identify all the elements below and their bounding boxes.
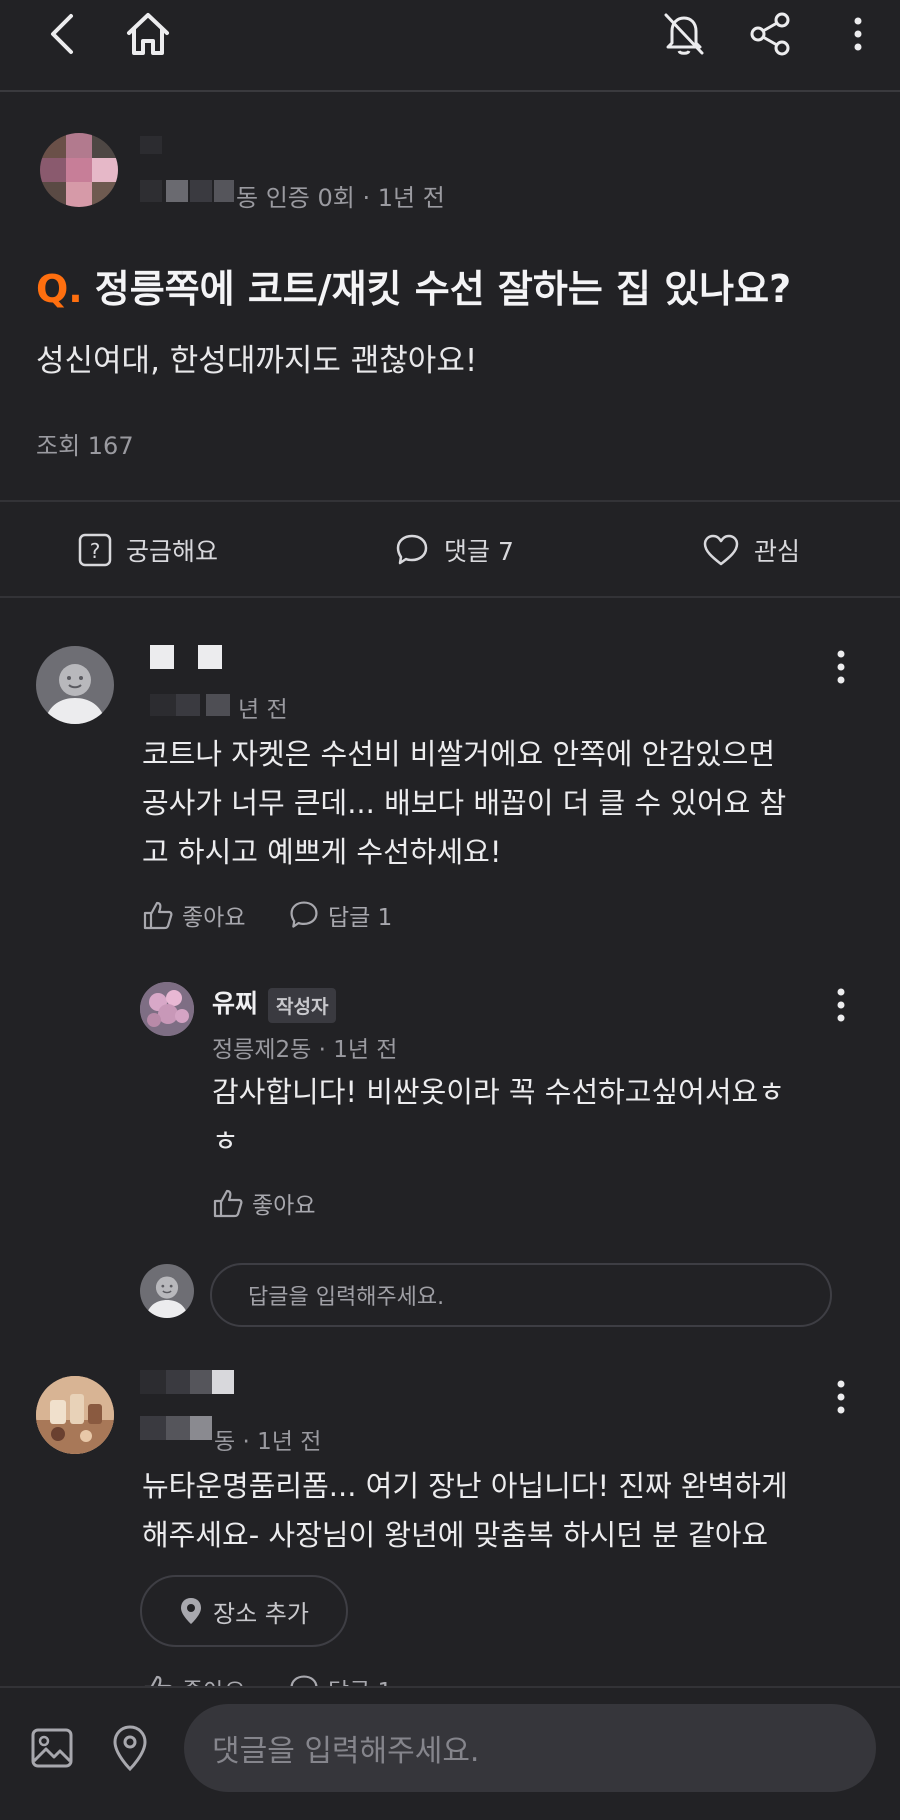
commenter-name-redacted: [190, 1370, 212, 1394]
my-avatar: [140, 1264, 194, 1318]
post-action-bar: ? 궁금해요 댓글 7 관심: [0, 500, 900, 598]
svg-text:?: ?: [90, 539, 101, 563]
commenter-name-redacted: [198, 645, 222, 669]
top-app-bar: [0, 0, 900, 92]
author-meta: 동 인증 0회 · 1년 전: [236, 184, 445, 212]
comment-body: 코트나 자켓은 수선비 비쌀거에요 안쪽에 안감있으면 공사가 너무 큰데...…: [142, 730, 786, 877]
comment-body-line: 코트나 자켓은 수선비 비쌀거에요 안쪽에 안감있으면: [142, 737, 776, 771]
question-box-icon: ?: [78, 533, 112, 567]
reply-like-button[interactable]: 좋아요: [212, 1186, 315, 1220]
reply-more-button[interactable]: [826, 980, 856, 1030]
back-button[interactable]: [32, 4, 92, 64]
kebab-icon: [837, 650, 845, 684]
image-icon: [30, 1727, 74, 1769]
attach-location-button[interactable]: [100, 1718, 160, 1778]
commenter-region-redacted: [176, 694, 200, 716]
author-avatar[interactable]: [40, 133, 118, 207]
reply-body-line: 감사합니다! 비싼옷이라 꼭 수선하고싶어서요ㅎ: [212, 1075, 785, 1109]
heart-icon: [702, 533, 740, 567]
comment-like-button[interactable]: 좋아요: [142, 898, 245, 932]
speech-bubble-icon: [288, 899, 320, 931]
comment-body-line: 고 하시고 예쁘게 수선하세요!: [142, 835, 502, 869]
commenter-name-redacted: [166, 1370, 190, 1394]
commenter-region-redacted: [140, 1416, 166, 1440]
comment-compose-bar: 댓글을 입력해주세요.: [0, 1686, 900, 1820]
cafe-photo-icon: [36, 1376, 114, 1454]
like-label: 좋아요: [182, 905, 246, 931]
more-button[interactable]: [828, 4, 888, 64]
comment-time: 동 · 1년 전: [214, 1429, 322, 1455]
reply-author-avatar[interactable]: [140, 982, 194, 1036]
default-profile-icon: [44, 664, 106, 724]
map-pin-icon: [179, 1596, 203, 1626]
reply-author: 유찌 작성자: [212, 984, 337, 1023]
comment-body-line: 공사가 너무 큰데... 배보다 배꼽이 더 클 수 있어요 참: [142, 786, 787, 820]
comment-body-line: 해주세요- 사장님이 왕년에 맞춤복 하시던 분 같아요: [142, 1518, 769, 1552]
flower-photo-icon: [140, 982, 194, 1036]
speech-bubble-icon: [394, 532, 430, 568]
attach-image-button[interactable]: [22, 1718, 82, 1778]
kebab-icon: [853, 16, 863, 52]
commenter-region-redacted: [190, 1416, 212, 1440]
notification-toggle[interactable]: [654, 4, 714, 64]
like-label: 좋아요: [252, 1193, 316, 1219]
author-region-redacted: [214, 180, 234, 202]
share-icon: [747, 11, 793, 57]
commenter-avatar[interactable]: [36, 1376, 114, 1454]
question-body: 성신여대, 한성대까지도 괜찮아요!: [36, 343, 478, 379]
comments-count-label: 댓글 7: [444, 537, 514, 566]
commenter-name-redacted: [212, 1370, 234, 1394]
interest-button[interactable]: 관심: [702, 532, 800, 568]
interest-label: 관심: [754, 537, 801, 566]
comments-button[interactable]: 댓글 7: [394, 532, 514, 568]
thumbs-up-icon: [142, 900, 174, 930]
kebab-icon: [837, 1380, 845, 1414]
reply-input[interactable]: 답글을 입력해주세요.: [210, 1263, 832, 1327]
kebab-icon: [837, 988, 845, 1022]
author-region-redacted: [190, 180, 212, 202]
question-mark-label: Q.: [36, 267, 83, 311]
reply-body: 감사합니다! 비싼옷이라 꼭 수선하고싶어서요ㅎ ㅎ: [212, 1068, 785, 1166]
commenter-region-redacted: [206, 694, 230, 716]
commenter-region-redacted: [166, 1416, 190, 1440]
reply-body-line: ㅎ: [212, 1124, 239, 1158]
comment-body-line: 뉴타운명품리폼... 여기 장난 아닙니다! 진짜 완벽하게: [142, 1469, 788, 1503]
default-profile-icon: [145, 1276, 189, 1318]
comment-more-button[interactable]: [826, 1372, 856, 1422]
question-title: Q. 정릉쪽에 코트/재킷 수선 잘하는 집 있나요?: [36, 258, 791, 313]
map-pin-icon: [110, 1724, 150, 1772]
comment-more-button[interactable]: [826, 642, 856, 692]
add-place-button[interactable]: 장소 추가: [140, 1575, 348, 1647]
home-icon: [124, 11, 172, 57]
curious-label: 궁금해요: [126, 537, 219, 566]
commenter-avatar[interactable]: [36, 646, 114, 724]
add-place-label: 장소 추가: [213, 1599, 309, 1628]
view-count: 조회 167: [36, 432, 134, 460]
author-badge: 작성자: [268, 987, 337, 1023]
comment-reply-button[interactable]: 답글 1: [288, 898, 392, 932]
question-title-text: 정릉쪽에 코트/재킷 수선 잘하는 집 있나요?: [94, 267, 792, 311]
commenter-name-redacted: [150, 645, 174, 669]
commenter-name-redacted: [140, 1370, 166, 1394]
author-name: [140, 136, 162, 154]
reply-meta: 정릉제2동 · 1년 전: [212, 1037, 398, 1063]
thumbs-up-icon: [212, 1188, 244, 1218]
comment-body: 뉴타운명품리폼... 여기 장난 아닙니다! 진짜 완벽하게 해주세요- 사장님…: [142, 1462, 788, 1560]
commenter-region-redacted: [150, 694, 176, 716]
reply-count-label: 답글 1: [328, 905, 393, 931]
home-button[interactable]: [118, 4, 178, 64]
author-region-redacted: [140, 180, 162, 202]
bell-off-icon: [662, 11, 706, 57]
author-region-redacted: [166, 180, 188, 202]
comment-time: 년 전: [238, 697, 288, 723]
chevron-left-icon: [47, 12, 77, 56]
curious-button[interactable]: ? 궁금해요: [78, 532, 218, 568]
share-button[interactable]: [740, 4, 800, 64]
comment-input[interactable]: 댓글을 입력해주세요.: [184, 1704, 876, 1792]
reply-author-name: 유찌: [212, 989, 259, 1018]
